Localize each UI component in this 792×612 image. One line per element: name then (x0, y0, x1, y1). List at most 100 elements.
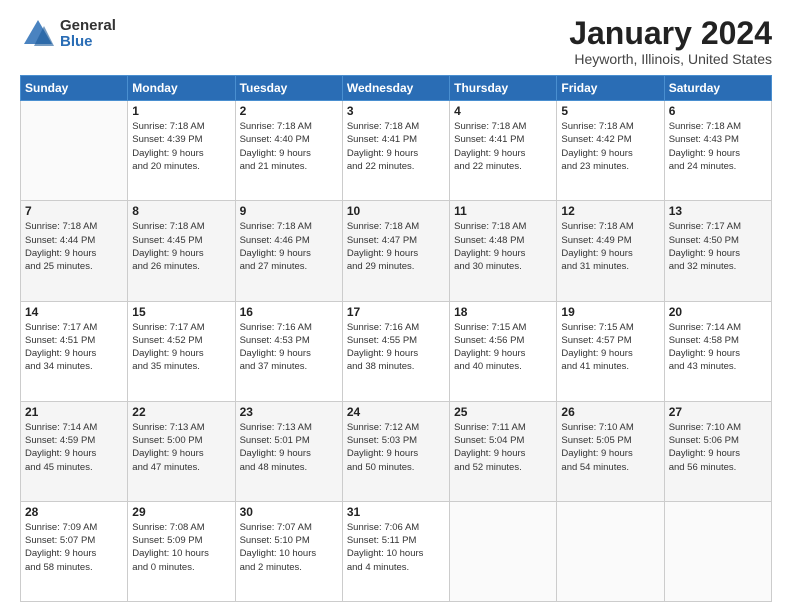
day-info: Sunrise: 7:18 AM Sunset: 4:39 PM Dayligh… (132, 120, 230, 173)
day-number: 30 (240, 505, 338, 519)
day-number: 31 (347, 505, 445, 519)
day-info: Sunrise: 7:18 AM Sunset: 4:46 PM Dayligh… (240, 220, 338, 273)
table-cell (664, 501, 771, 601)
table-cell (21, 101, 128, 201)
table-cell: 28 Sunrise: 7:09 AM Sunset: 5:07 PM Dayli… (21, 501, 128, 601)
day-info: Sunrise: 7:18 AM Sunset: 4:40 PM Dayligh… (240, 120, 338, 173)
week-row-3: 14 Sunrise: 7:17 AM Sunset: 4:51 PM Dayli… (21, 301, 772, 401)
subtitle: Heyworth, Illinois, United States (569, 51, 772, 67)
week-row-1: 1 Sunrise: 7:18 AM Sunset: 4:39 PM Daylig… (21, 101, 772, 201)
col-friday: Friday (557, 76, 664, 101)
day-number: 24 (347, 405, 445, 419)
table-cell: 29 Sunrise: 7:08 AM Sunset: 5:09 PM Dayli… (128, 501, 235, 601)
day-number: 23 (240, 405, 338, 419)
day-number: 6 (669, 104, 767, 118)
day-number: 20 (669, 305, 767, 319)
day-number: 11 (454, 204, 552, 218)
logo-icon (20, 16, 56, 52)
day-info: Sunrise: 7:12 AM Sunset: 5:03 PM Dayligh… (347, 421, 445, 474)
table-cell: 15Sunrise: 7:17 AM Sunset: 4:52 PM Dayli… (128, 301, 235, 401)
day-number: 17 (347, 305, 445, 319)
day-info: Sunrise: 7:18 AM Sunset: 4:49 PM Dayligh… (561, 220, 659, 273)
table-cell: 11 Sunrise: 7:18 AM Sunset: 4:48 PM Dayli… (450, 201, 557, 301)
day-info: Sunrise: 7:18 AM Sunset: 4:44 PM Dayligh… (25, 220, 123, 273)
logo: General Blue (20, 16, 116, 52)
day-number: 5 (561, 104, 659, 118)
table-cell: 17 Sunrise: 7:16 AM Sunset: 4:55 PM Dayli… (342, 301, 449, 401)
day-info: Sunrise: 7:16 AM Sunset: 4:53 PM Dayligh… (240, 321, 338, 374)
day-number: 18 (454, 305, 552, 319)
day-info: Sunrise: 7:10 AM Sunset: 5:06 PM Dayligh… (669, 421, 767, 474)
day-info: Sunrise: 7:09 AM Sunset: 5:07 PM Dayligh… (25, 521, 123, 574)
day-number: 16 (240, 305, 338, 319)
day-info: Sunrise: 7:18 AM Sunset: 4:43 PM Dayligh… (669, 120, 767, 173)
logo-text: General Blue (60, 18, 116, 51)
day-info: Sunrise: 7:15 AM Sunset: 4:56 PM Dayligh… (454, 321, 552, 374)
day-number: 8 (132, 204, 230, 218)
day-info: Sunrise: 7:18 AM Sunset: 4:48 PM Dayligh… (454, 220, 552, 273)
page: General Blue January 2024 Heyworth, Illi… (0, 0, 792, 612)
day-number: 22 (132, 405, 230, 419)
logo-general-text: General (60, 18, 116, 35)
day-number: 19 (561, 305, 659, 319)
col-thursday: Thursday (450, 76, 557, 101)
table-cell: 16 Sunrise: 7:16 AM Sunset: 4:53 PM Dayli… (235, 301, 342, 401)
day-number: 29 (132, 505, 230, 519)
day-number: 2 (240, 104, 338, 118)
week-row-5: 28 Sunrise: 7:09 AM Sunset: 5:07 PM Dayli… (21, 501, 772, 601)
calendar-table: Sunday Monday Tuesday Wednesday Thursday… (20, 75, 772, 602)
day-info: Sunrise: 7:13 AM Sunset: 5:00 PM Dayligh… (132, 421, 230, 474)
table-cell: 23 Sunrise: 7:13 AM Sunset: 5:01 PM Dayli… (235, 401, 342, 501)
col-saturday: Saturday (664, 76, 771, 101)
day-info: Sunrise: 7:18 AM Sunset: 4:45 PM Dayligh… (132, 220, 230, 273)
week-row-2: 7Sunrise: 7:18 AM Sunset: 4:44 PM Daylig… (21, 201, 772, 301)
table-cell: 19Sunrise: 7:15 AM Sunset: 4:57 PM Dayli… (557, 301, 664, 401)
table-cell: 2 Sunrise: 7:18 AM Sunset: 4:40 PM Daylig… (235, 101, 342, 201)
col-tuesday: Tuesday (235, 76, 342, 101)
table-cell: 22 Sunrise: 7:13 AM Sunset: 5:00 PM Dayli… (128, 401, 235, 501)
day-info: Sunrise: 7:14 AM Sunset: 4:59 PM Dayligh… (25, 421, 123, 474)
day-number: 12 (561, 204, 659, 218)
table-cell: 1 Sunrise: 7:18 AM Sunset: 4:39 PM Daylig… (128, 101, 235, 201)
day-info: Sunrise: 7:11 AM Sunset: 5:04 PM Dayligh… (454, 421, 552, 474)
day-info: Sunrise: 7:17 AM Sunset: 4:51 PM Dayligh… (25, 321, 123, 374)
table-cell: 8 Sunrise: 7:18 AM Sunset: 4:45 PM Daylig… (128, 201, 235, 301)
day-info: Sunrise: 7:08 AM Sunset: 5:09 PM Dayligh… (132, 521, 230, 574)
day-info: Sunrise: 7:07 AM Sunset: 5:10 PM Dayligh… (240, 521, 338, 574)
day-info: Sunrise: 7:13 AM Sunset: 5:01 PM Dayligh… (240, 421, 338, 474)
col-sunday: Sunday (21, 76, 128, 101)
table-cell: 18 Sunrise: 7:15 AM Sunset: 4:56 PM Dayli… (450, 301, 557, 401)
table-cell: 21 Sunrise: 7:14 AM Sunset: 4:59 PM Dayli… (21, 401, 128, 501)
day-number: 3 (347, 104, 445, 118)
day-number: 27 (669, 405, 767, 419)
day-number: 1 (132, 104, 230, 118)
day-info: Sunrise: 7:16 AM Sunset: 4:55 PM Dayligh… (347, 321, 445, 374)
day-info: Sunrise: 7:18 AM Sunset: 4:41 PM Dayligh… (454, 120, 552, 173)
day-info: Sunrise: 7:10 AM Sunset: 5:05 PM Dayligh… (561, 421, 659, 474)
col-monday: Monday (128, 76, 235, 101)
day-info: Sunrise: 7:18 AM Sunset: 4:41 PM Dayligh… (347, 120, 445, 173)
day-number: 26 (561, 405, 659, 419)
table-cell: 7Sunrise: 7:18 AM Sunset: 4:44 PM Daylig… (21, 201, 128, 301)
table-cell: 20 Sunrise: 7:14 AM Sunset: 4:58 PM Dayli… (664, 301, 771, 401)
day-info: Sunrise: 7:17 AM Sunset: 4:50 PM Dayligh… (669, 220, 767, 273)
table-cell: 31Sunrise: 7:06 AM Sunset: 5:11 PM Dayli… (342, 501, 449, 601)
table-cell: 25Sunrise: 7:11 AM Sunset: 5:04 PM Dayli… (450, 401, 557, 501)
day-number: 21 (25, 405, 123, 419)
table-cell (450, 501, 557, 601)
day-number: 28 (25, 505, 123, 519)
table-cell: 27 Sunrise: 7:10 AM Sunset: 5:06 PM Dayli… (664, 401, 771, 501)
day-number: 10 (347, 204, 445, 218)
table-cell: 10 Sunrise: 7:18 AM Sunset: 4:47 PM Dayli… (342, 201, 449, 301)
day-number: 14 (25, 305, 123, 319)
day-number: 9 (240, 204, 338, 218)
logo-blue-text: Blue (60, 34, 116, 51)
table-cell: 14 Sunrise: 7:17 AM Sunset: 4:51 PM Dayli… (21, 301, 128, 401)
week-row-4: 21 Sunrise: 7:14 AM Sunset: 4:59 PM Dayli… (21, 401, 772, 501)
day-number: 13 (669, 204, 767, 218)
day-info: Sunrise: 7:14 AM Sunset: 4:58 PM Dayligh… (669, 321, 767, 374)
table-cell: 4Sunrise: 7:18 AM Sunset: 4:41 PM Daylig… (450, 101, 557, 201)
day-info: Sunrise: 7:18 AM Sunset: 4:47 PM Dayligh… (347, 220, 445, 273)
table-cell: 9 Sunrise: 7:18 AM Sunset: 4:46 PM Daylig… (235, 201, 342, 301)
table-cell: 3 Sunrise: 7:18 AM Sunset: 4:41 PM Daylig… (342, 101, 449, 201)
